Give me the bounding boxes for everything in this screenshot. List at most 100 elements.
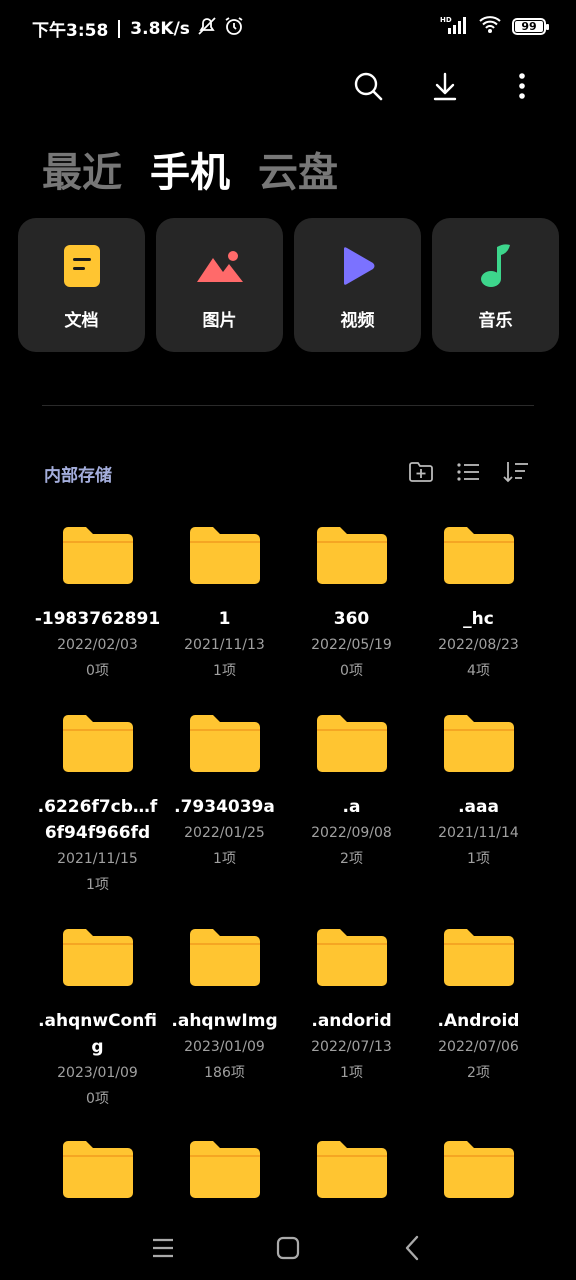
folder-name: 360 — [333, 609, 370, 629]
folder-item[interactable] — [34, 1140, 161, 1202]
category-videos[interactable]: 视频 — [294, 218, 421, 352]
folder-name: .andorid — [311, 1011, 392, 1031]
video-icon — [294, 244, 421, 288]
folder-item[interactable] — [288, 1140, 415, 1202]
folder-count: 1项 — [213, 663, 236, 679]
status-speed: 3.8K/s — [130, 18, 190, 39]
folder-count: 1项 — [213, 851, 236, 867]
section-title: 内部存储 — [44, 466, 112, 486]
category-music[interactable]: 音乐 — [432, 218, 559, 352]
folder-icon — [316, 1141, 387, 1198]
alarm-icon — [224, 16, 244, 41]
folder-item[interactable]: .aaa 2021/11/14 1项 — [415, 714, 542, 872]
folder-count: 186项 — [204, 1065, 245, 1081]
folder-name: .aaa — [458, 797, 499, 817]
battery-icon: 99 — [512, 17, 549, 35]
category-label: 图片 — [202, 311, 237, 331]
menu-icon[interactable] — [143, 1230, 183, 1266]
folder-icon — [189, 715, 260, 772]
tab-recent[interactable]: 最近 — [42, 140, 122, 198]
folder-icon — [189, 527, 260, 584]
mute-icon — [196, 16, 218, 41]
folder-item[interactable]: -1983762891 2022/02/03 0项 — [34, 526, 161, 684]
download-icon[interactable] — [425, 66, 465, 106]
status-time: 下午3:58 — [32, 21, 109, 41]
folder-item[interactable]: _hc 2022/08/23 4项 — [415, 526, 542, 684]
folder-name: _hc — [463, 609, 494, 629]
folder-item[interactable]: .ahqnwImg 2023/01/09 186项 — [161, 928, 288, 1086]
sort-icon[interactable] — [500, 456, 532, 488]
folder-item[interactable]: 1 2021/11/13 1项 — [161, 526, 288, 684]
folder-count: 2项 — [340, 851, 363, 867]
folder-item[interactable]: .a 2022/09/08 2项 — [288, 714, 415, 872]
system-nav-bar — [0, 1210, 576, 1280]
document-icon — [18, 244, 145, 288]
folder-name: -1983762891 — [34, 609, 161, 629]
folder-date: 2021/11/15 — [57, 851, 138, 867]
folder-name: .Android — [437, 1011, 520, 1031]
divider — [42, 405, 534, 406]
folder-count: 0项 — [86, 1091, 109, 1107]
status-bar: 下午3:58 3.8K/s HD 99 — [0, 0, 576, 56]
music-icon — [432, 244, 559, 288]
wifi-icon — [478, 14, 502, 38]
folder-date: 2022/07/13 — [311, 1039, 392, 1055]
folder-icon — [443, 929, 514, 986]
category-documents[interactable]: 文档 — [18, 218, 145, 352]
category-label: 文档 — [64, 311, 99, 331]
search-icon[interactable] — [348, 66, 388, 106]
folder-date: 2022/02/03 — [57, 637, 138, 653]
tab-phone[interactable]: 手机 — [150, 140, 230, 198]
category-cards: 文档 图片 视频 音乐 — [18, 218, 559, 352]
folder-date: 2022/09/08 — [311, 825, 392, 841]
folder-count: 2项 — [467, 1065, 490, 1081]
folder-item[interactable]: .Android 2022/07/06 2项 — [415, 928, 542, 1086]
folder-item[interactable]: .andorid 2022/07/13 1项 — [288, 928, 415, 1086]
folder-icon — [316, 527, 387, 584]
status-separator — [118, 19, 121, 38]
tab-cloud[interactable]: 云盘 — [258, 140, 338, 198]
folder-item[interactable] — [415, 1140, 542, 1202]
folder-date: 2023/01/09 — [57, 1065, 138, 1081]
folder-icon — [62, 929, 133, 986]
folder-name: .ahqnwConfig — [38, 1011, 157, 1057]
folder-date: 2022/08/23 — [438, 637, 519, 653]
folder-count: 4项 — [467, 663, 490, 679]
folder-name: 1 — [218, 609, 231, 629]
folder-item[interactable]: .7934039a 2022/01/25 1项 — [161, 714, 288, 872]
category-images[interactable]: 图片 — [156, 218, 283, 352]
folder-icon — [62, 715, 133, 772]
folder-icon — [443, 715, 514, 772]
image-icon — [156, 244, 283, 288]
signal-icon: HD — [440, 14, 468, 38]
back-icon[interactable] — [392, 1230, 432, 1266]
folder-item[interactable] — [161, 1140, 288, 1202]
folder-count: 0项 — [340, 663, 363, 679]
folder-count: 1项 — [340, 1065, 363, 1081]
folder-name: .7934039a — [174, 797, 275, 817]
new-folder-icon[interactable] — [405, 456, 437, 488]
folder-item[interactable]: 360 2022/05/19 0项 — [288, 526, 415, 684]
status-right: HD 99 — [440, 14, 549, 38]
folder-icon — [316, 715, 387, 772]
home-icon[interactable] — [268, 1230, 308, 1266]
folder-name: .ahqnwImg — [171, 1011, 278, 1031]
folder-name: .a — [342, 797, 361, 817]
folder-icon — [62, 527, 133, 584]
list-view-icon[interactable] — [452, 456, 484, 488]
category-label: 视频 — [340, 311, 375, 331]
svg-text:HD: HD — [440, 16, 452, 24]
folder-date: 2022/07/06 — [438, 1039, 519, 1055]
folder-icon — [62, 1141, 133, 1198]
folder-icon — [443, 527, 514, 584]
folder-item[interactable]: .ahqnwConfig 2023/01/09 0项 — [34, 928, 161, 1112]
folder-icon — [189, 1141, 260, 1198]
folder-item[interactable]: .6226f7cb…f6f94f966fd 2021/11/15 1项 — [34, 714, 161, 898]
top-tabs: 最近 手机 云盘 — [42, 140, 338, 198]
folder-date: 2021/11/13 — [184, 637, 265, 653]
folder-icon — [316, 929, 387, 986]
battery-level: 99 — [521, 19, 537, 33]
category-label: 音乐 — [478, 311, 513, 331]
more-vert-icon[interactable] — [502, 66, 542, 106]
folder-date: 2022/05/19 — [311, 637, 392, 653]
